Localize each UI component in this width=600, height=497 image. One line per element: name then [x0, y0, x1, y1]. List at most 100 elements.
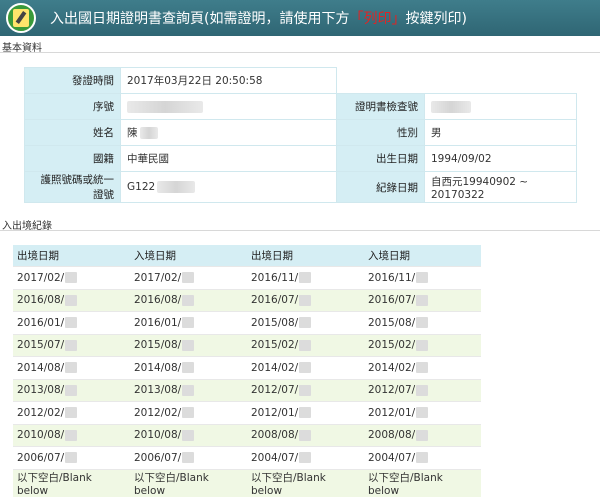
verify-value [424, 93, 577, 120]
date-text: 2015/02/ [251, 339, 299, 352]
redacted-mask [182, 407, 195, 419]
birth-label: 出生日期 [336, 145, 425, 172]
date-cell: 2013/08/ [130, 378, 247, 402]
date-cell: 2015/02/ [364, 333, 481, 357]
redacted-mask [182, 362, 195, 374]
date-text: 2016/08/ [17, 294, 65, 307]
blank-below-cell: 以下空白/Blank below [130, 468, 247, 497]
redacted-mask [65, 272, 78, 284]
table-row: 2016/08/2016/08/2016/07/2016/07/ [13, 288, 481, 312]
date-cell: 2008/08/ [364, 423, 481, 447]
date-text: 2016/07/ [368, 294, 416, 307]
redacted-mask [65, 362, 78, 374]
redacted-mask [299, 294, 312, 306]
redacted-mask [65, 452, 78, 464]
col-header-exit: 出境日期 [13, 245, 130, 267]
gender-label: 性別 [336, 119, 425, 146]
date-text: 2015/07/ [17, 339, 65, 352]
date-cell: 2016/07/ [364, 288, 481, 312]
blank-below-cell: 以下空白/Blank below [364, 468, 481, 497]
title-suffix: 按鍵列印) [405, 11, 467, 27]
date-text: 2017/02/ [17, 271, 65, 284]
redacted-mask [182, 294, 195, 306]
date-text: 2014/02/ [251, 361, 299, 374]
table-row: 2016/01/2016/01/2015/08/2015/08/ [13, 311, 481, 334]
serial-value [120, 93, 337, 120]
redacted-mask [299, 362, 312, 374]
print-hint: 「列印」 [349, 11, 406, 27]
date-cell: 2015/08/ [247, 311, 364, 334]
date-text: 2016/01/ [17, 316, 65, 329]
date-cell: 2012/01/ [247, 401, 364, 424]
blank-below-cell: 以下空白/Blank below [13, 468, 130, 497]
redacted-mask [299, 407, 312, 419]
verify-label: 證明書檢查號 [336, 93, 425, 120]
date-text: 2016/01/ [134, 316, 182, 329]
redacted-mask [416, 429, 429, 441]
redacted-mask [65, 317, 78, 329]
date-cell: 2016/11/ [247, 266, 364, 289]
date-cell: 2017/02/ [130, 266, 247, 289]
table-row: 2015/07/2015/08/2015/02/2015/02/ [13, 333, 481, 357]
date-text: 2012/01/ [251, 406, 299, 419]
page-header: 入出國日期證明書查詢頁(如需證明，請使用下方「列印」按鍵列印) [0, 0, 600, 36]
date-cell: 2015/02/ [247, 333, 364, 357]
date-cell: 2012/01/ [364, 401, 481, 424]
col-header-entry: 入境日期 [130, 245, 247, 267]
date-cell: 2014/08/ [130, 356, 247, 379]
gender-value: 男 [424, 119, 577, 146]
redacted-mask [182, 384, 195, 396]
redacted-mask [299, 429, 312, 441]
date-text: 2012/07/ [368, 384, 416, 397]
table-row: 2014/08/2014/08/2014/02/2014/02/ [13, 356, 481, 379]
redacted-mask [182, 339, 195, 351]
date-text: 2016/08/ [134, 294, 182, 307]
date-cell: 2012/02/ [13, 401, 130, 424]
date-cell: 2012/07/ [364, 378, 481, 402]
date-cell: 2016/08/ [13, 288, 130, 312]
date-text: 2004/07/ [251, 451, 299, 464]
date-text: 2015/08/ [251, 316, 299, 329]
date-text: 2013/08/ [17, 384, 65, 397]
date-cell: 2012/02/ [130, 401, 247, 424]
date-text: 2015/02/ [368, 339, 416, 352]
divider [0, 52, 600, 53]
redacted-mask [416, 317, 429, 329]
date-text: 2006/07/ [134, 451, 182, 464]
redacted-mask [416, 362, 429, 374]
birth-value: 1994/09/02 [424, 145, 577, 172]
date-text: 2006/07/ [17, 451, 65, 464]
record-label: 紀錄日期 [336, 171, 425, 203]
table-row: 2017/02/2017/02/2016/11/2016/11/ [13, 266, 481, 289]
redacted-mask [182, 452, 195, 464]
table-row: 2012/02/2012/02/2012/01/2012/01/ [13, 401, 481, 424]
date-cell: 2013/08/ [13, 378, 130, 402]
passport-label: 護照號碼或統一證號 [24, 171, 121, 203]
date-cell: 2004/07/ [247, 446, 364, 469]
date-cell: 2016/07/ [247, 288, 364, 312]
title-prefix: 入出國日期證明書查詢頁(如需證明，請使用下方 [50, 11, 350, 27]
redacted-mask [299, 272, 312, 284]
date-text: 2017/02/ [134, 271, 182, 284]
col-header-exit: 出境日期 [247, 245, 364, 267]
date-cell: 2010/08/ [13, 423, 130, 447]
issue-time-label: 發證時間 [24, 67, 121, 94]
redacted-mask [65, 429, 78, 441]
redacted-mask [416, 294, 429, 306]
date-cell: 2006/07/ [13, 446, 130, 469]
divider [0, 230, 600, 231]
date-cell: 2016/01/ [13, 311, 130, 334]
nationality-label: 國籍 [24, 145, 121, 172]
date-text: 2014/02/ [368, 361, 416, 374]
redacted-mask [182, 272, 195, 284]
redacted-mask [65, 384, 78, 396]
date-cell: 2016/08/ [130, 288, 247, 312]
date-text: 2012/01/ [368, 406, 416, 419]
date-cell: 2004/07/ [364, 446, 481, 469]
date-cell: 2017/02/ [13, 266, 130, 289]
date-cell: 2006/07/ [130, 446, 247, 469]
date-text: 2008/08/ [251, 429, 299, 442]
redacted-mask [299, 339, 312, 351]
date-cell: 2016/01/ [130, 311, 247, 334]
date-text: 2015/08/ [134, 339, 182, 352]
